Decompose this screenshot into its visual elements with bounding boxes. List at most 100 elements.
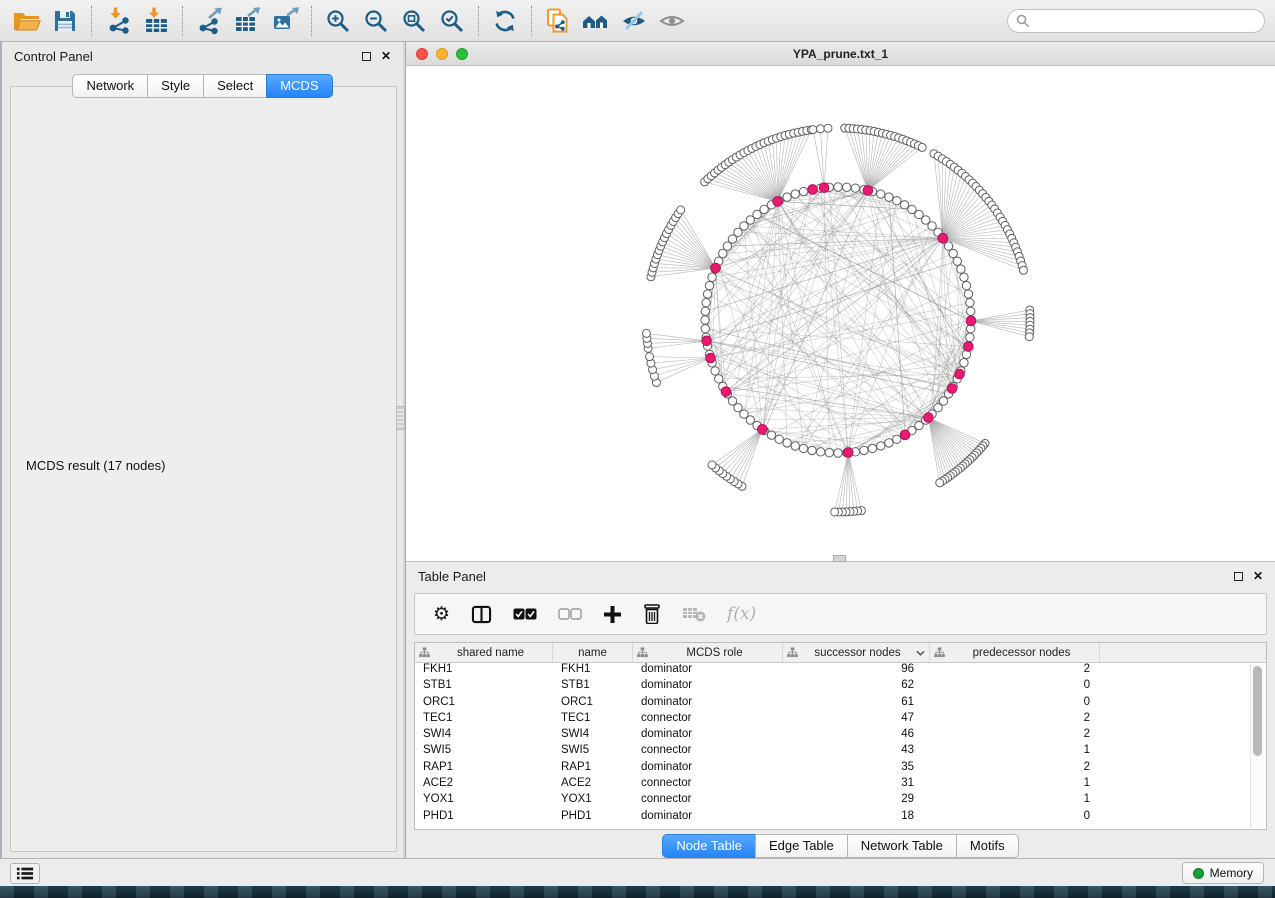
graph-hub-node[interactable]: [706, 353, 716, 363]
graph-node[interactable]: [701, 324, 709, 332]
table-tab-edge-table[interactable]: Edge Table: [755, 834, 848, 858]
zoom-fit-button[interactable]: [395, 4, 433, 38]
graph-leaf-node[interactable]: [642, 329, 650, 337]
zoom-out-button[interactable]: [357, 4, 395, 38]
graph-hub-node[interactable]: [964, 342, 974, 352]
import-network-button[interactable]: [99, 4, 137, 38]
graph-leaf-node[interactable]: [646, 353, 654, 361]
zoom-in-button[interactable]: [319, 4, 357, 38]
graph-leaf-node[interactable]: [809, 126, 817, 134]
table-scrollbar-thumb[interactable]: [1253, 666, 1262, 756]
graph-node[interactable]: [719, 249, 727, 257]
delete-row-icon[interactable]: [643, 604, 661, 624]
graph-node[interactable]: [893, 435, 901, 443]
columns-icon[interactable]: [471, 605, 492, 624]
graph-node[interactable]: [825, 449, 833, 457]
graph-node[interactable]: [893, 197, 901, 205]
tab-select[interactable]: Select: [203, 74, 267, 98]
close-panel-icon[interactable]: ✕: [381, 49, 391, 63]
graph-leaf-node[interactable]: [831, 508, 839, 516]
graph-hub-node[interactable]: [773, 197, 783, 207]
graph-node[interactable]: [877, 442, 885, 450]
graph-node[interactable]: [960, 359, 968, 367]
graph-node[interactable]: [964, 290, 972, 298]
graph-node[interactable]: [868, 444, 876, 452]
graph-node[interactable]: [860, 446, 868, 454]
graph-node[interactable]: [775, 435, 783, 443]
graph-hub-node[interactable]: [947, 384, 957, 394]
graph-node[interactable]: [708, 273, 716, 281]
graph-hub-node[interactable]: [711, 263, 721, 273]
graph-node[interactable]: [702, 298, 710, 306]
task-history-button[interactable]: [10, 863, 40, 884]
tab-mcds[interactable]: MCDS: [266, 74, 332, 98]
table-row[interactable]: SWI5SWI5connector431: [415, 744, 1266, 760]
graph-node[interactable]: [885, 193, 893, 201]
show-all-button[interactable]: [653, 4, 691, 38]
graph-leaf-node[interactable]: [1019, 266, 1027, 274]
table-row[interactable]: STB1STB1dominator620: [415, 679, 1266, 695]
table-row[interactable]: PHD1PHD1dominator180: [415, 810, 1266, 826]
graph-node[interactable]: [767, 431, 775, 439]
hide-selected-button[interactable]: [615, 4, 653, 38]
graph-node[interactable]: [944, 242, 952, 250]
horizontal-splitter-grip[interactable]: [833, 555, 846, 562]
float-table-panel-icon[interactable]: [1234, 572, 1243, 581]
tab-style[interactable]: Style: [147, 74, 204, 98]
graph-hub-node[interactable]: [924, 413, 934, 423]
graph-node[interactable]: [953, 257, 961, 265]
graph-node[interactable]: [760, 205, 768, 213]
refresh-button[interactable]: [486, 4, 524, 38]
graph-node[interactable]: [851, 184, 859, 192]
graph-node[interactable]: [877, 190, 885, 198]
table-row[interactable]: ACE2ACE2connector311: [415, 777, 1266, 793]
graph-leaf-node[interactable]: [708, 461, 716, 469]
graph-hub-node[interactable]: [819, 183, 829, 193]
column-header-MCDS-role[interactable]: MCDS role: [633, 643, 783, 662]
graph-hub-node[interactable]: [702, 336, 712, 346]
graph-leaf-node[interactable]: [816, 125, 824, 133]
network-window-titlebar[interactable]: YPA_prune.txt_1: [406, 42, 1275, 66]
graph-node[interactable]: [701, 307, 709, 315]
graph-node[interactable]: [966, 298, 974, 306]
graph-node[interactable]: [791, 190, 799, 198]
graph-node[interactable]: [703, 290, 711, 298]
graph-node[interactable]: [816, 448, 824, 456]
vertical-splitter-grip[interactable]: [396, 406, 405, 430]
column-header-shared-name[interactable]: shared name: [415, 643, 553, 662]
table-tab-network-table[interactable]: Network Table: [847, 834, 957, 858]
add-row-icon[interactable]: [603, 605, 622, 624]
graph-node[interactable]: [962, 281, 970, 289]
column-header-successor-nodes[interactable]: successor nodes: [783, 643, 930, 662]
zoom-selected-button[interactable]: [433, 4, 471, 38]
graph-node[interactable]: [705, 281, 713, 289]
column-header-predecessor-nodes[interactable]: predecessor nodes: [930, 643, 1100, 662]
column-header-name[interactable]: name: [553, 643, 633, 662]
import-table-button[interactable]: [137, 4, 175, 38]
graph-node[interactable]: [949, 249, 957, 257]
graph-hub-node[interactable]: [938, 233, 948, 243]
graph-hub-node[interactable]: [808, 185, 818, 195]
open-session-button[interactable]: [8, 4, 46, 38]
graph-node[interactable]: [791, 442, 799, 450]
graph-hub-node[interactable]: [721, 387, 731, 397]
graph-leaf-node[interactable]: [918, 143, 926, 151]
deselect-all-checkboxes-icon[interactable]: [558, 608, 582, 620]
table-tab-motifs[interactable]: Motifs: [956, 834, 1019, 858]
gear-icon[interactable]: ⚙: [433, 605, 450, 624]
graph-node[interactable]: [715, 375, 723, 383]
duplicate-network-button[interactable]: [539, 4, 577, 38]
graph-node[interactable]: [783, 193, 791, 201]
graph-hub-node[interactable]: [955, 369, 965, 379]
close-table-panel-icon[interactable]: ✕: [1253, 569, 1263, 583]
float-panel-icon[interactable]: [362, 52, 371, 61]
search-input[interactable]: [1007, 9, 1265, 33]
export-network-button[interactable]: [190, 4, 228, 38]
graph-node[interactable]: [957, 265, 965, 273]
graph-leaf-node[interactable]: [824, 124, 832, 132]
table-row[interactable]: TEC1TEC1connector472: [415, 712, 1266, 728]
graph-node[interactable]: [967, 307, 975, 315]
graph-node[interactable]: [808, 446, 816, 454]
graph-node[interactable]: [900, 201, 908, 209]
save-session-button[interactable]: [46, 4, 84, 38]
